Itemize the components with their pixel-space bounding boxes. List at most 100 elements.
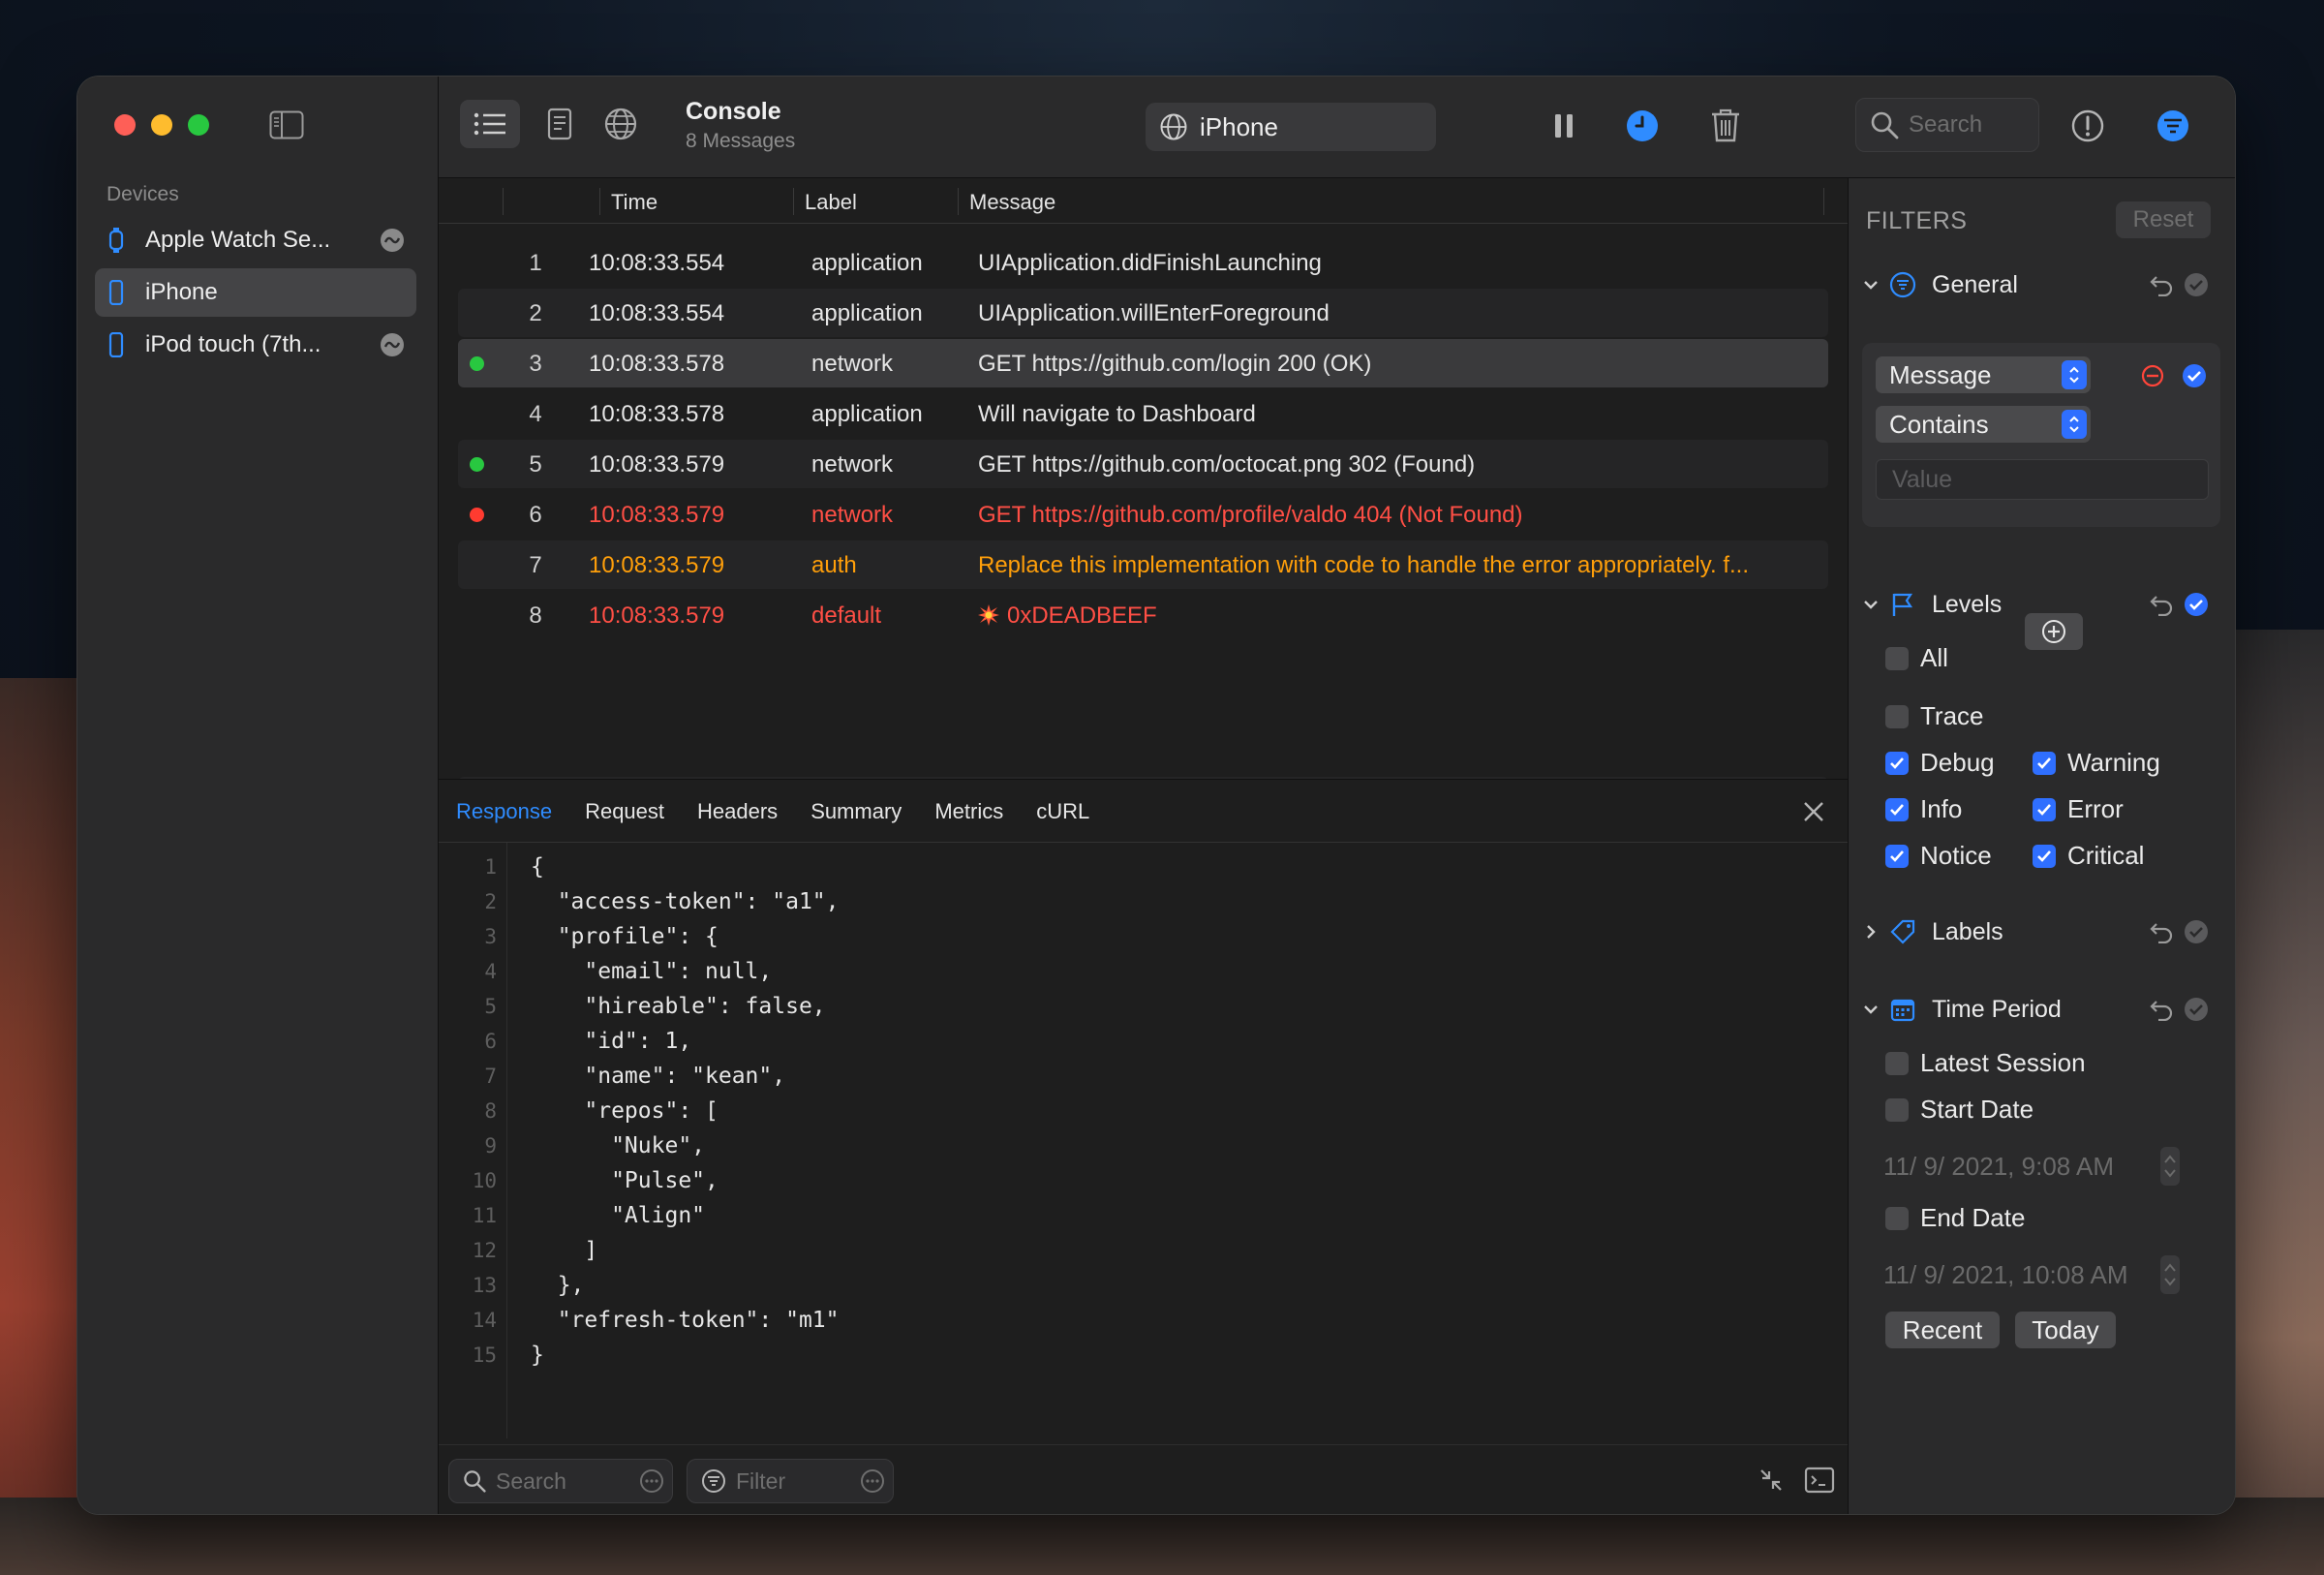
checkmark-circle-icon[interactable]: [2184, 919, 2209, 944]
more-options-icon[interactable]: [860, 1468, 885, 1494]
row-message: UIApplication.didFinishLaunching: [978, 250, 1322, 276]
tab-curl[interactable]: cURL: [1036, 799, 1089, 824]
sidebar-item-iphone[interactable]: iPhone: [95, 268, 416, 317]
field-popup[interactable]: Message: [1876, 356, 2091, 393]
row-label: application: [811, 401, 923, 427]
level-all-checkbox[interactable]: All: [1885, 643, 1948, 673]
response-filter-input[interactable]: Filter: [687, 1459, 894, 1503]
chevron-down-icon: [1864, 601, 1878, 609]
tab-request[interactable]: Request: [585, 799, 664, 824]
checkmark-icon: [2033, 751, 2056, 775]
collapse-icon[interactable]: [1758, 1467, 1785, 1494]
end-date-value: 11/ 9/ 2021, 10:08 AM: [1883, 1259, 2128, 1289]
pause-button[interactable]: [1543, 104, 1585, 148]
detail-tab-bar: Response Request Headers Summary Metrics…: [456, 799, 1089, 824]
checkmark-circle-icon[interactable]: [2182, 363, 2207, 388]
level-critical-checkbox[interactable]: Critical: [2033, 841, 2144, 871]
list-mode-button[interactable]: [460, 100, 520, 148]
start-date-stepper[interactable]: [2160, 1147, 2180, 1186]
table-row[interactable]: 4 10:08:33.578 application Will navigate…: [458, 389, 1828, 438]
start-date-checkbox[interactable]: Start Date: [1885, 1095, 2034, 1125]
remove-circle-icon[interactable]: [2141, 364, 2164, 387]
end-date-checkbox[interactable]: End Date: [1885, 1203, 2025, 1233]
sidebar-item-ipod-touch[interactable]: iPod touch (7th...: [95, 321, 416, 369]
code-text: "name": "kean",: [531, 1064, 786, 1089]
terminal-icon[interactable]: [1804, 1467, 1835, 1494]
clear-button[interactable]: [1704, 102, 1747, 148]
device-selector-label: iPhone: [1200, 111, 1278, 141]
checkmark-circle-icon[interactable]: [2184, 997, 2209, 1022]
filter-icon: [2157, 110, 2188, 141]
today-button[interactable]: Today: [2015, 1312, 2116, 1348]
level-error-checkbox[interactable]: Error: [2033, 794, 2124, 824]
filter-placeholder: Filter: [736, 1467, 786, 1494]
search-input[interactable]: Search: [1855, 98, 2039, 152]
table-row[interactable]: 1 10:08:33.554 application UIApplication…: [458, 238, 1828, 287]
text-mode-button[interactable]: [535, 100, 584, 148]
response-search-input[interactable]: Search: [448, 1459, 673, 1503]
tab-summary[interactable]: Summary: [810, 799, 902, 824]
remote-sync-icon[interactable]: [380, 332, 405, 357]
section-time-period[interactable]: Time Period: [1862, 990, 2220, 1029]
table-row[interactable]: 8 10:08:33.579 default 0xDEADBEEF: [458, 591, 1828, 639]
close-icon[interactable]: [1801, 799, 1826, 824]
close-window-button[interactable]: [114, 114, 136, 136]
sidebar-toggle-icon[interactable]: [269, 110, 304, 139]
checkmark-circle-icon[interactable]: [2184, 592, 2209, 617]
row-time: 10:08:33.578: [589, 351, 725, 377]
code-line: 13 },: [439, 1268, 840, 1303]
table-row[interactable]: 5 10:08:33.579 network GET https://githu…: [458, 440, 1828, 488]
network-mode-button[interactable]: [596, 100, 645, 148]
more-options-icon[interactable]: [639, 1468, 664, 1494]
value-placeholder: Value: [1892, 465, 1953, 493]
toolbar: Console 8 Messages iPhone Search: [439, 77, 2235, 178]
tab-metrics[interactable]: Metrics: [934, 799, 1003, 824]
undo-icon[interactable]: [2149, 998, 2174, 1021]
checkmark-circle-icon[interactable]: [2184, 272, 2209, 297]
level-warning-checkbox[interactable]: Warning: [2033, 748, 2160, 778]
only-errors-button[interactable]: [2065, 104, 2110, 148]
section-general[interactable]: General: [1862, 265, 2220, 304]
recent-button[interactable]: Recent: [1885, 1312, 2000, 1348]
undo-icon[interactable]: [2149, 920, 2174, 943]
section-levels[interactable]: Levels: [1862, 585, 2220, 624]
value-input[interactable]: Value: [1876, 459, 2209, 500]
latest-session-checkbox[interactable]: Latest Session: [1885, 1048, 2086, 1078]
device-selector[interactable]: iPhone: [1146, 103, 1436, 151]
table-row[interactable]: 3 10:08:33.578 network GET https://githu…: [458, 339, 1828, 387]
filters-toggle-button[interactable]: [2151, 104, 2195, 148]
table-row[interactable]: 2 10:08:33.554 application UIApplication…: [458, 289, 1828, 337]
undo-icon[interactable]: [2149, 273, 2174, 296]
undo-icon[interactable]: [2149, 593, 2174, 616]
match-popup[interactable]: Contains: [1876, 406, 2091, 443]
message-count: 8 Messages: [686, 130, 796, 152]
reset-button[interactable]: Reset: [2116, 201, 2211, 238]
now-mode-button[interactable]: [1620, 104, 1665, 148]
column-header-time[interactable]: Time: [611, 190, 657, 215]
trash-icon: [1712, 108, 1739, 142]
level-trace-checkbox[interactable]: Trace: [1885, 701, 1984, 731]
end-date-picker[interactable]: 11/ 9/ 2021, 10:08 AM: [1876, 1255, 2156, 1294]
level-notice-checkbox[interactable]: Notice: [1885, 841, 1992, 871]
section-labels[interactable]: Labels: [1862, 912, 2220, 951]
message-list: 1 10:08:33.554 application UIApplication…: [458, 238, 1828, 641]
sidebar-item-apple-watch[interactable]: Apple Watch Se...: [95, 216, 416, 264]
table-row[interactable]: 7 10:08:33.579 auth Replace this impleme…: [458, 540, 1828, 589]
minimize-window-button[interactable]: [151, 114, 172, 136]
filter-icon: [702, 1469, 725, 1493]
remote-sync-icon[interactable]: [380, 228, 405, 253]
level-debug-checkbox[interactable]: Debug: [1885, 748, 1995, 778]
row-label: network: [811, 502, 894, 528]
column-header-label[interactable]: Label: [805, 190, 857, 215]
code-line: 9 "Nuke",: [439, 1128, 840, 1163]
zoom-window-button[interactable]: [188, 114, 209, 136]
tab-response[interactable]: Response: [456, 799, 552, 824]
table-row[interactable]: 6 10:08:33.579 network GET https://githu…: [458, 490, 1828, 539]
filters-heading: FILTERS: [1866, 207, 1968, 234]
end-date-stepper[interactable]: [2160, 1255, 2180, 1294]
tab-headers[interactable]: Headers: [697, 799, 778, 824]
column-header-message[interactable]: Message: [969, 190, 1055, 215]
chevron-down-icon: [1864, 281, 1878, 290]
start-date-picker[interactable]: 11/ 9/ 2021, 9:08 AM: [1876, 1147, 2156, 1186]
level-info-checkbox[interactable]: Info: [1885, 794, 1962, 824]
